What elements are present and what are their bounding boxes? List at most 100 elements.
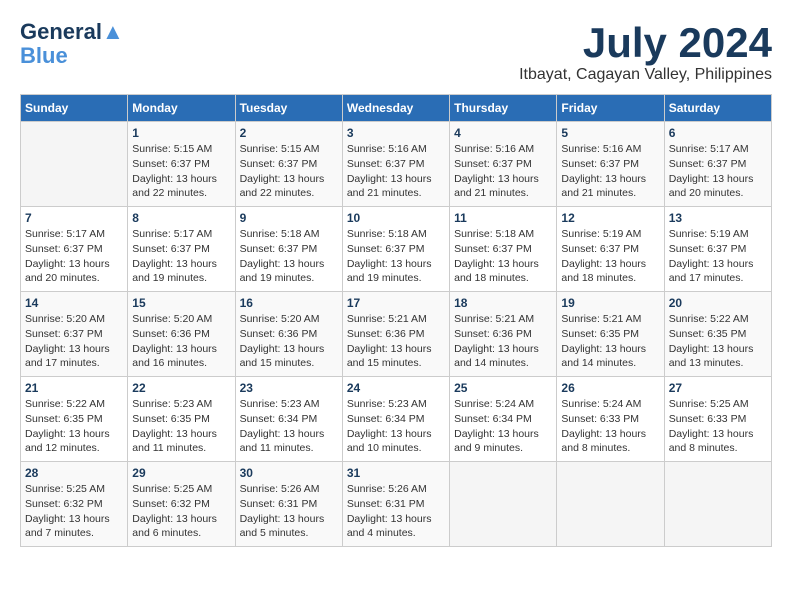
calendar-cell: 27 Sunrise: 5:25 AM Sunset: 6:33 PM Dayli… [664,377,771,462]
calendar-week-row: 1 Sunrise: 5:15 AM Sunset: 6:37 PM Daylig… [21,122,772,207]
calendar-table: SundayMondayTuesdayWednesdayThursdayFrid… [20,94,772,547]
calendar-cell: 26Sunrise: 5:24 AM Sunset: 6:33 PM Dayli… [557,377,664,462]
day-info: Sunrise: 5:18 AM Sunset: 6:37 PM Dayligh… [240,227,338,286]
day-info: Sunrise: 5:21 AM Sunset: 6:35 PM Dayligh… [561,312,659,371]
day-number: 7 [25,211,123,225]
day-number: 1 [132,126,230,140]
calendar-cell: 11 Sunrise: 5:18 AM Sunset: 6:37 PM Dayli… [450,207,557,292]
day-info: Sunrise: 5:18 AM Sunset: 6:37 PM Dayligh… [347,227,445,286]
calendar-cell: 31Sunrise: 5:26 AM Sunset: 6:31 PM Dayli… [342,462,449,547]
day-number: 25 [454,381,552,395]
day-info: Sunrise: 5:20 AM Sunset: 6:36 PM Dayligh… [240,312,338,371]
day-number: 31 [347,466,445,480]
day-number: 20 [669,296,767,310]
calendar-cell: 22 Sunrise: 5:23 AM Sunset: 6:35 PM Dayli… [128,377,235,462]
calendar-cell: 30 Sunrise: 5:26 AM Sunset: 6:31 PM Dayli… [235,462,342,547]
calendar-cell: 6Sunrise: 5:17 AM Sunset: 6:37 PM Daylig… [664,122,771,207]
day-info: Sunrise: 5:26 AM Sunset: 6:31 PM Dayligh… [240,482,338,541]
day-info: Sunrise: 5:16 AM Sunset: 6:37 PM Dayligh… [454,142,552,201]
day-number: 29 [132,466,230,480]
calendar-cell: 14Sunrise: 5:20 AM Sunset: 6:37 PM Dayli… [21,292,128,377]
page-header: General▲ Blue July 2024 Itbayat, Cagayan… [20,20,772,84]
calendar-cell: 9 Sunrise: 5:18 AM Sunset: 6:37 PM Daylig… [235,207,342,292]
day-info: Sunrise: 5:23 AM Sunset: 6:35 PM Dayligh… [132,397,230,456]
calendar-cell: 12 Sunrise: 5:19 AM Sunset: 6:37 PM Dayli… [557,207,664,292]
day-number: 19 [561,296,659,310]
calendar-cell: 20 Sunrise: 5:22 AM Sunset: 6:35 PM Dayli… [664,292,771,377]
calendar-day-header: Friday [557,95,664,122]
day-number: 14 [25,296,123,310]
calendar-cell [557,462,664,547]
calendar-cell: 4 Sunrise: 5:16 AM Sunset: 6:37 PM Daylig… [450,122,557,207]
day-number: 12 [561,211,659,225]
day-number: 18 [454,296,552,310]
day-number: 11 [454,211,552,225]
calendar-cell: 3Sunrise: 5:16 AM Sunset: 6:37 PM Daylig… [342,122,449,207]
day-number: 4 [454,126,552,140]
day-info: Sunrise: 5:25 AM Sunset: 6:33 PM Dayligh… [669,397,767,456]
calendar-cell: 8 Sunrise: 5:17 AM Sunset: 6:37 PM Daylig… [128,207,235,292]
day-number: 3 [347,126,445,140]
logo: General▲ Blue [20,20,124,68]
day-info: Sunrise: 5:21 AM Sunset: 6:36 PM Dayligh… [454,312,552,371]
day-info: Sunrise: 5:16 AM Sunset: 6:37 PM Dayligh… [561,142,659,201]
day-number: 26 [561,381,659,395]
day-number: 23 [240,381,338,395]
day-number: 16 [240,296,338,310]
day-number: 24 [347,381,445,395]
day-number: 30 [240,466,338,480]
calendar-cell: 5 Sunrise: 5:16 AM Sunset: 6:37 PM Daylig… [557,122,664,207]
calendar-cell: 16 Sunrise: 5:20 AM Sunset: 6:36 PM Dayli… [235,292,342,377]
day-info: Sunrise: 5:17 AM Sunset: 6:37 PM Dayligh… [25,227,123,286]
day-number: 27 [669,381,767,395]
calendar-day-header: Monday [128,95,235,122]
day-number: 22 [132,381,230,395]
day-info: Sunrise: 5:25 AM Sunset: 6:32 PM Dayligh… [25,482,123,541]
day-info: Sunrise: 5:17 AM Sunset: 6:37 PM Dayligh… [669,142,767,201]
calendar-day-header: Wednesday [342,95,449,122]
day-info: Sunrise: 5:22 AM Sunset: 6:35 PM Dayligh… [25,397,123,456]
calendar-cell: 1 Sunrise: 5:15 AM Sunset: 6:37 PM Daylig… [128,122,235,207]
calendar-day-header: Thursday [450,95,557,122]
calendar-cell: 24Sunrise: 5:23 AM Sunset: 6:34 PM Dayli… [342,377,449,462]
title-section: July 2024 Itbayat, Cagayan Valley, Phili… [519,20,772,84]
calendar-cell: 13Sunrise: 5:19 AM Sunset: 6:37 PM Dayli… [664,207,771,292]
day-info: Sunrise: 5:22 AM Sunset: 6:35 PM Dayligh… [669,312,767,371]
day-info: Sunrise: 5:20 AM Sunset: 6:36 PM Dayligh… [132,312,230,371]
calendar-day-header: Tuesday [235,95,342,122]
day-info: Sunrise: 5:23 AM Sunset: 6:34 PM Dayligh… [240,397,338,456]
day-number: 8 [132,211,230,225]
day-info: Sunrise: 5:17 AM Sunset: 6:37 PM Dayligh… [132,227,230,286]
calendar-day-header: Saturday [664,95,771,122]
day-number: 17 [347,296,445,310]
month-title: July 2024 [519,20,772,66]
day-info: Sunrise: 5:25 AM Sunset: 6:32 PM Dayligh… [132,482,230,541]
calendar-cell: 21 Sunrise: 5:22 AM Sunset: 6:35 PM Dayli… [21,377,128,462]
calendar-cell: 29 Sunrise: 5:25 AM Sunset: 6:32 PM Dayli… [128,462,235,547]
calendar-header-row: SundayMondayTuesdayWednesdayThursdayFrid… [21,95,772,122]
calendar-cell: 25Sunrise: 5:24 AM Sunset: 6:34 PM Dayli… [450,377,557,462]
day-number: 5 [561,126,659,140]
calendar-cell [664,462,771,547]
day-info: Sunrise: 5:18 AM Sunset: 6:37 PM Dayligh… [454,227,552,286]
day-info: Sunrise: 5:15 AM Sunset: 6:37 PM Dayligh… [132,142,230,201]
day-number: 2 [240,126,338,140]
calendar-cell [450,462,557,547]
calendar-cell: 10Sunrise: 5:18 AM Sunset: 6:37 PM Dayli… [342,207,449,292]
calendar-cell [21,122,128,207]
calendar-cell: 18 Sunrise: 5:21 AM Sunset: 6:36 PM Dayli… [450,292,557,377]
calendar-cell: 15 Sunrise: 5:20 AM Sunset: 6:36 PM Dayli… [128,292,235,377]
day-number: 28 [25,466,123,480]
day-info: Sunrise: 5:21 AM Sunset: 6:36 PM Dayligh… [347,312,445,371]
logo-text: General▲ [20,20,124,44]
calendar-cell: 23 Sunrise: 5:23 AM Sunset: 6:34 PM Dayli… [235,377,342,462]
day-info: Sunrise: 5:15 AM Sunset: 6:37 PM Dayligh… [240,142,338,201]
day-info: Sunrise: 5:19 AM Sunset: 6:37 PM Dayligh… [561,227,659,286]
calendar-cell: 19 Sunrise: 5:21 AM Sunset: 6:35 PM Dayli… [557,292,664,377]
day-number: 15 [132,296,230,310]
day-number: 21 [25,381,123,395]
day-number: 9 [240,211,338,225]
location-title: Itbayat, Cagayan Valley, Philippines [519,66,772,84]
calendar-cell: 2 Sunrise: 5:15 AM Sunset: 6:37 PM Daylig… [235,122,342,207]
day-number: 13 [669,211,767,225]
